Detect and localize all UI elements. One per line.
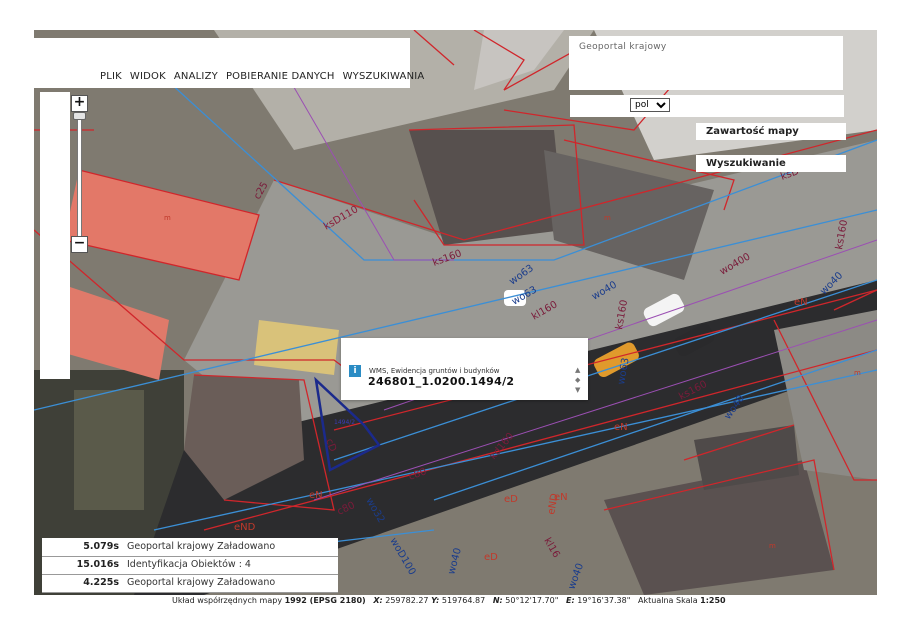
status-row: 5.079s Geoportal krajowy Załadowano: [42, 538, 338, 557]
status-row: 15.016s Identyfikacja Obiektów : 4: [42, 556, 338, 575]
language-row: [570, 95, 844, 117]
menu-pobieranie-danych[interactable]: POBIERANIE DANYCH: [226, 71, 335, 82]
status-description: Geoportal krajowy Załadowano: [127, 577, 276, 588]
menu-analizy[interactable]: ANALIZY: [174, 71, 218, 82]
popup-layer-name: WMS, Ewidencja gruntów i budynków: [369, 367, 500, 375]
coord-n-label: N:: [492, 596, 503, 605]
status-description: Identyfikacja Obiektów : 4: [127, 559, 251, 570]
main-menu: PLIK WIDOK ANALIZY POBIERANIE DANYCH WYS…: [100, 71, 424, 82]
coord-n-value: 50°12'17.70": [505, 596, 559, 605]
language-select[interactable]: pol: [630, 98, 670, 112]
scale-value: 1:250: [700, 596, 726, 605]
search-button[interactable]: Wyszukiwanie: [696, 155, 846, 172]
popup-scroll-up-icon[interactable]: ▲: [575, 366, 580, 374]
menu-widok[interactable]: WIDOK: [130, 71, 166, 82]
map-contents-button[interactable]: Zawartość mapy: [696, 123, 846, 140]
menu-plik[interactable]: PLIK: [100, 71, 122, 82]
coord-x-label: X:: [373, 596, 383, 605]
coord-e-label: E:: [566, 596, 575, 605]
coord-x-value: 259782.27: [385, 596, 429, 605]
coordinate-bar: Układ współrzędnych mapy 1992 (EPSG 2180…: [172, 596, 726, 605]
zoom-out-button[interactable]: −: [71, 236, 88, 253]
popup-scroll-thumb-icon[interactable]: ◆: [575, 376, 580, 384]
coord-system-label: Układ współrzędnych mapy: [172, 596, 283, 605]
popup-scroll-down-icon[interactable]: ▼: [575, 386, 580, 394]
zoom-slider-track[interactable]: [77, 112, 82, 238]
status-row: 4.225s Geoportal krajowy Załadowano: [42, 574, 338, 593]
coord-e-value: 19°16'37.38": [577, 596, 631, 605]
menu-wyszukiwania[interactable]: WYSZUKIWANIA: [343, 71, 425, 82]
status-time: 4.225s: [83, 577, 119, 588]
zoom-panel: [40, 92, 70, 379]
popup-parcel-id[interactable]: 246801_1.0200.1494/2: [368, 375, 514, 388]
coord-y-value: 519764.87: [441, 596, 486, 605]
scale-label: Aktualna Skala: [638, 596, 698, 605]
coord-y-label: Y:: [431, 596, 440, 605]
info-icon: i: [349, 365, 361, 377]
portal-title: Geoportal krajowy: [579, 42, 667, 52]
zoom-slider-handle[interactable]: [73, 112, 86, 120]
status-description: Geoportal krajowy Załadowano: [127, 541, 276, 552]
status-time: 5.079s: [83, 541, 119, 552]
coord-system-value: 1992 (EPSG 2180): [284, 596, 366, 605]
status-time: 15.016s: [76, 559, 119, 570]
zoom-in-button[interactable]: +: [71, 95, 88, 112]
status-log: 5.079s Geoportal krajowy Załadowano 15.0…: [42, 538, 338, 593]
